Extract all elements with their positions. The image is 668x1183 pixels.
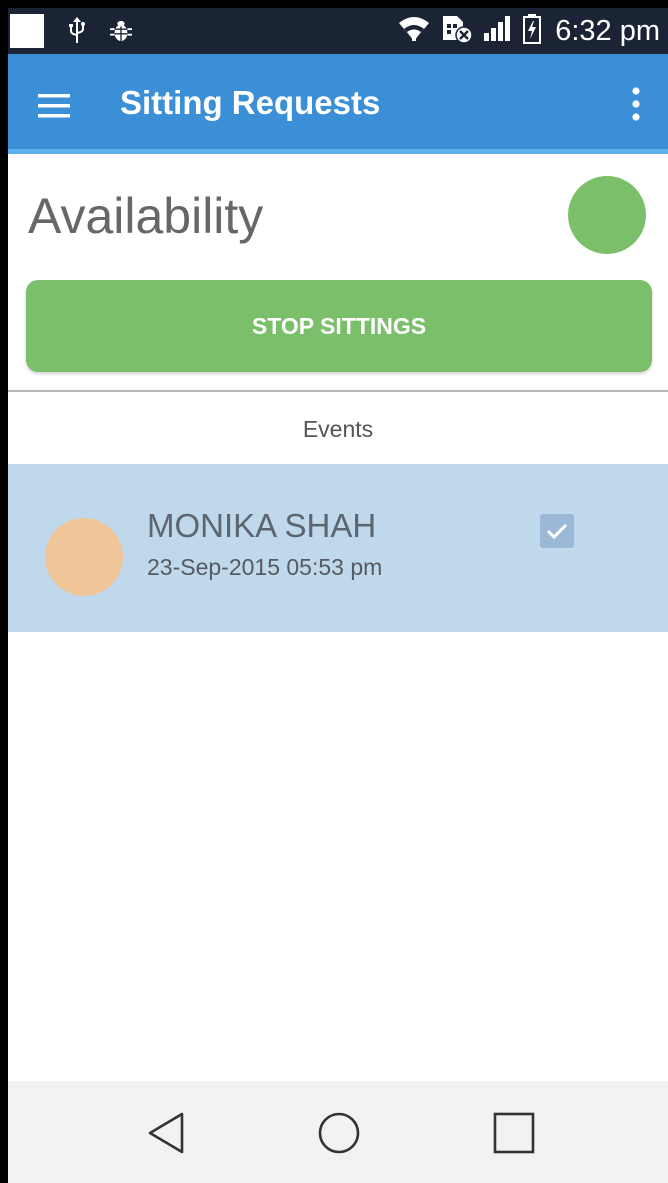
avatar bbox=[45, 518, 123, 596]
page-title: Sitting Requests bbox=[120, 84, 381, 121]
status-time: 6:32 pm bbox=[555, 14, 660, 47]
availability-status-indicator[interactable] bbox=[568, 176, 646, 254]
status-bar: 6:32 pm bbox=[8, 8, 668, 54]
wifi-icon bbox=[397, 15, 431, 48]
battery-charging-icon bbox=[523, 13, 542, 49]
event-name: MONIKA SHAH bbox=[147, 507, 377, 544]
app-bar: Sitting Requests bbox=[8, 54, 668, 154]
event-datetime: 23-Sep-2015 05:53 pm bbox=[147, 554, 383, 580]
status-bar-left bbox=[8, 8, 132, 54]
events-heading: Events bbox=[302, 416, 374, 442]
availability-heading: Availability bbox=[28, 188, 264, 244]
stop-sittings-label: STOP SITTINGS bbox=[251, 312, 427, 339]
recents-icon[interactable] bbox=[486, 1105, 542, 1161]
stop-sittings-button[interactable]: STOP SITTINGS bbox=[26, 280, 652, 372]
debug-bug-icon bbox=[110, 17, 132, 45]
more-vert-icon[interactable] bbox=[618, 80, 654, 128]
sim-error-icon bbox=[441, 14, 473, 49]
checkmark-icon bbox=[546, 523, 568, 540]
event-list-item[interactable]: MONIKA SHAH 23-Sep-2015 05:53 pm bbox=[8, 464, 668, 632]
usb-icon bbox=[66, 17, 88, 45]
hamburger-menu-icon[interactable] bbox=[32, 84, 76, 128]
divider bbox=[8, 390, 668, 392]
signal-icon bbox=[483, 15, 513, 48]
status-bar-right: 6:32 pm bbox=[397, 8, 660, 54]
home-icon[interactable] bbox=[311, 1105, 367, 1161]
back-icon[interactable] bbox=[138, 1105, 194, 1161]
device-frame: 6:32 pm Sitting Requests Availability ST… bbox=[0, 0, 668, 1183]
event-checkbox[interactable] bbox=[540, 514, 574, 548]
screen: 6:32 pm Sitting Requests Availability ST… bbox=[8, 8, 668, 1183]
navigation-bar bbox=[8, 1081, 668, 1183]
notification-square-icon bbox=[10, 14, 44, 48]
